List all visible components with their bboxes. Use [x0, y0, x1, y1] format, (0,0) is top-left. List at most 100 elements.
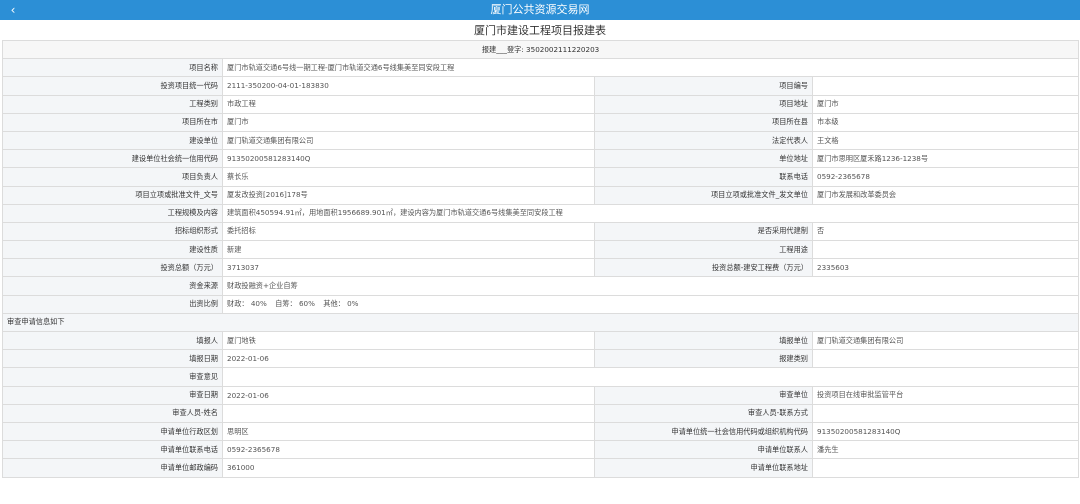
table-row: 招标组织形式 委托招标 是否采用代建制 否	[2, 221, 1080, 242]
review-date-value: 2022-01-06	[222, 385, 595, 405]
back-arrow-icon[interactable]: ‹	[6, 0, 20, 20]
review-section-heading: 审查申请信息如下	[1, 312, 1080, 333]
unit-address-value: 厦门市思明区厦禾路1236-1238号	[811, 149, 1080, 169]
city-value: 厦门市	[222, 112, 595, 132]
registration-form-table: 报建___登字: 3502002111220203 项目名称 厦门市轨道交通6号…	[1, 39, 1080, 478]
table-row: 出资比例 财政： 40% 自筹： 60% 其他： 0%	[2, 294, 1080, 314]
table-row: 填报日期 2022-01-06 报建类别	[2, 349, 1080, 369]
top-bar: ‹ 厦门公共资源交易网	[0, 0, 1080, 20]
table-row: 审查人员-姓名 审查人员-联系方式	[2, 403, 1080, 423]
field-label: 联系电话	[594, 167, 813, 187]
credit-code-value: 91350200581283140Q	[222, 149, 595, 169]
table-row: 审查申请信息如下	[1, 312, 1080, 333]
table-row: 资金来源 财政投融资+企业自筹	[2, 276, 1080, 296]
field-label: 资金来源	[2, 276, 223, 296]
opinion-value	[221, 367, 1080, 387]
field-label: 申请单位统一社会信用代码或组织机构代码	[594, 421, 813, 442]
field-label: 填报日期	[2, 349, 223, 369]
field-label: 申请单位行政区划	[2, 421, 223, 442]
field-label: 项目编号	[594, 76, 813, 96]
table-row: 投资项目统一代码 2111-350200-04-01-183830 项目编号	[2, 76, 1080, 96]
field-label: 建设单位社会统一信用代码	[2, 149, 223, 169]
field-label: 项目立项或批准文件_文号	[2, 185, 223, 205]
table-row: 工程规模及内容 建筑面积450594.91㎡，用地面积1956689.901㎡，…	[2, 203, 1080, 223]
table-row: 申请单位行政区划 思明区 申请单位统一社会信用代码或组织机构代码 9135020…	[2, 421, 1080, 442]
table-row: 投资总额（万元） 3713037 投资总额-建安工程费（万元） 2335603	[2, 258, 1080, 278]
field-label: 填报人	[2, 330, 223, 351]
field-label: 项目所在市	[2, 112, 223, 132]
agent-build-value: 否	[811, 221, 1080, 242]
field-label: 工程规模及内容	[2, 203, 223, 223]
project-leader-value: 蔡长乐	[222, 167, 595, 187]
field-label: 审查日期	[2, 385, 223, 405]
reviewer-contact-value	[811, 403, 1080, 423]
field-label: 审查人员-姓名	[2, 403, 223, 423]
table-row: 申请单位邮政编码 361000 申请单位联系地址	[2, 458, 1080, 478]
review-unit-value: 投资项目在线审批监管平台	[811, 385, 1080, 405]
project-name-value: 厦门市轨道交通6号线一期工程-厦门市轨道交通6号线集美至同安段工程	[221, 58, 1080, 78]
site-title: 厦门公共资源交易网	[490, 3, 590, 16]
field-label: 申请单位邮政编码	[2, 458, 223, 478]
applicant-credit-value: 91350200581283140Q	[811, 421, 1080, 442]
table-row: 审查意见	[2, 367, 1080, 387]
field-label: 项目所在县	[594, 112, 813, 132]
filler-value: 厦门地铁	[222, 330, 595, 351]
field-label: 审查意见	[2, 367, 223, 387]
other-ratio: 其他： 0%	[323, 299, 359, 309]
field-label: 建设性质	[2, 240, 223, 260]
field-label: 报建类别	[594, 349, 813, 369]
bidding-form-value: 委托招标	[222, 221, 595, 242]
field-label: 招标组织形式	[2, 221, 223, 242]
fiscal-ratio: 财政： 40%	[227, 299, 267, 309]
field-label: 申请单位联系地址	[594, 458, 813, 478]
filler-unit-value: 厦门轨道交通集团有限公司	[811, 330, 1080, 351]
reg-category-value	[811, 349, 1080, 369]
table-row: 报建___登字: 3502002111220203	[1, 39, 1080, 60]
field-label: 法定代表人	[594, 130, 813, 151]
field-label: 投资总额-建安工程费（万元）	[594, 258, 813, 278]
field-label: 出资比例	[2, 294, 223, 314]
project-use-value	[811, 240, 1080, 260]
project-code-value: 2111-350200-04-01-183830	[222, 76, 595, 96]
field-label: 审查单位	[594, 385, 813, 405]
field-label: 申请单位联系电话	[2, 440, 223, 460]
field-label: 工程用途	[594, 240, 813, 260]
total-invest-value: 3713037	[222, 258, 595, 278]
table-row: 建设单位社会统一信用代码 91350200581283140Q 单位地址 厦门市…	[2, 149, 1080, 169]
table-row: 项目所在市 厦门市 项目所在县 市本级	[2, 112, 1080, 132]
applicant-zip-value: 361000	[222, 458, 595, 478]
county-value: 市本级	[811, 112, 1080, 132]
applicant-contact-value: 潘先生	[811, 440, 1080, 460]
project-category-value: 市政工程	[222, 94, 595, 114]
table-row: 填报人 厦门地铁 填报单位 厦门轨道交通集团有限公司	[2, 330, 1080, 351]
table-row: 建设单位 厦门轨道交通集团有限公司 法定代表人 王文格	[2, 130, 1080, 151]
field-label: 项目地址	[594, 94, 813, 114]
field-label: 审查人员-联系方式	[594, 403, 813, 423]
field-label: 投资总额（万元）	[2, 258, 223, 278]
phone-value: 0592-2365678	[811, 167, 1080, 187]
fill-date-value: 2022-01-06	[222, 349, 595, 369]
table-row: 项目立项或批准文件_文号 厦发改投资[2016]178号 项目立项或批准文件_发…	[2, 185, 1080, 205]
approval-unit-value: 厦门市发展和改革委员会	[811, 185, 1080, 205]
scale-value: 建筑面积450594.91㎡，用地面积1956689.901㎡，建设内容为厦门市…	[221, 203, 1080, 223]
field-label: 单位地址	[594, 149, 813, 169]
field-label: 是否采用代建制	[594, 221, 813, 242]
funding-ratio-value: 财政： 40% 自筹： 60% 其他： 0%	[221, 294, 1080, 314]
table-row: 项目负责人 蔡长乐 联系电话 0592-2365678	[2, 167, 1080, 187]
table-row: 工程类别 市政工程 项目地址 厦门市	[2, 94, 1080, 114]
project-address-value: 厦门市	[811, 94, 1080, 114]
table-row: 审查日期 2022-01-06 审查单位 投资项目在线审批监管平台	[2, 385, 1080, 405]
field-label: 填报单位	[594, 330, 813, 351]
applicant-region-value: 思明区	[222, 421, 595, 442]
self-ratio: 自筹： 60%	[275, 299, 315, 309]
builder-value: 厦门轨道交通集团有限公司	[222, 130, 595, 151]
field-label: 投资项目统一代码	[2, 76, 223, 96]
field-label: 项目立项或批准文件_发文单位	[594, 185, 813, 205]
field-label: 工程类别	[2, 94, 223, 114]
table-row: 申请单位联系电话 0592-2365678 申请单位联系人 潘先生	[2, 440, 1080, 460]
field-label: 项目负责人	[2, 167, 223, 187]
project-number-value	[811, 76, 1080, 96]
legal-rep-value: 王文格	[811, 130, 1080, 151]
page-title: 厦门市建设工程项目报建表	[474, 24, 606, 37]
reviewer-name-value	[222, 403, 595, 423]
